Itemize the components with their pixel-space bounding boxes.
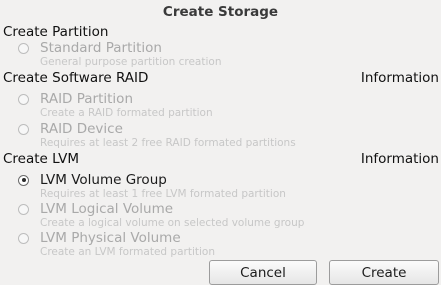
section-header: Create LVM	[3, 151, 80, 167]
option-description: Create a logical volume on selected volu…	[40, 217, 305, 229]
radio-icon	[18, 203, 29, 215]
raid-information-label: Information	[360, 70, 439, 86]
dialog-title: Create Storage	[162, 4, 279, 20]
section-create-software-raid: Create Software RAID Information	[3, 70, 439, 86]
option-description: Create a RAID formated partition	[40, 107, 213, 119]
option-description: Requires at least 1 free LVM formated pa…	[40, 188, 286, 200]
option-label: LVM Logical Volume	[40, 201, 174, 217]
cancel-button[interactable]: Cancel	[209, 260, 317, 285]
section-create-partition: Create Partition	[3, 24, 439, 40]
radio-selected-icon	[18, 174, 29, 186]
radio-raid-partition[interactable]: RAID Partition	[18, 91, 133, 107]
radio-icon	[18, 42, 29, 54]
option-description: Create an LVM formated partition	[40, 246, 215, 258]
option-label: RAID Partition	[40, 91, 133, 107]
option-description: Requires at least 2 free RAID formated p…	[40, 137, 296, 149]
section-header: Create Partition	[3, 24, 109, 40]
radio-icon	[18, 232, 29, 244]
radio-lvm-volume-group[interactable]: LVM Volume Group	[18, 172, 167, 188]
radio-standard-partition[interactable]: Standard Partition	[18, 40, 162, 56]
section-create-lvm: Create LVM Information	[3, 151, 439, 167]
radio-lvm-physical-volume[interactable]: LVM Physical Volume	[18, 230, 181, 246]
radio-icon	[18, 93, 29, 105]
radio-raid-device[interactable]: RAID Device	[18, 121, 123, 137]
lvm-information-label: Information	[360, 151, 439, 167]
option-label: Standard Partition	[40, 40, 162, 56]
option-label: LVM Physical Volume	[40, 230, 181, 246]
option-label: LVM Volume Group	[40, 172, 167, 188]
radio-icon	[18, 123, 29, 135]
radio-lvm-logical-volume[interactable]: LVM Logical Volume	[18, 201, 173, 217]
option-label: RAID Device	[40, 121, 123, 137]
option-description: General purpose partition creation	[40, 56, 222, 68]
section-header: Create Software RAID	[3, 70, 149, 86]
create-button[interactable]: Create	[329, 260, 439, 285]
